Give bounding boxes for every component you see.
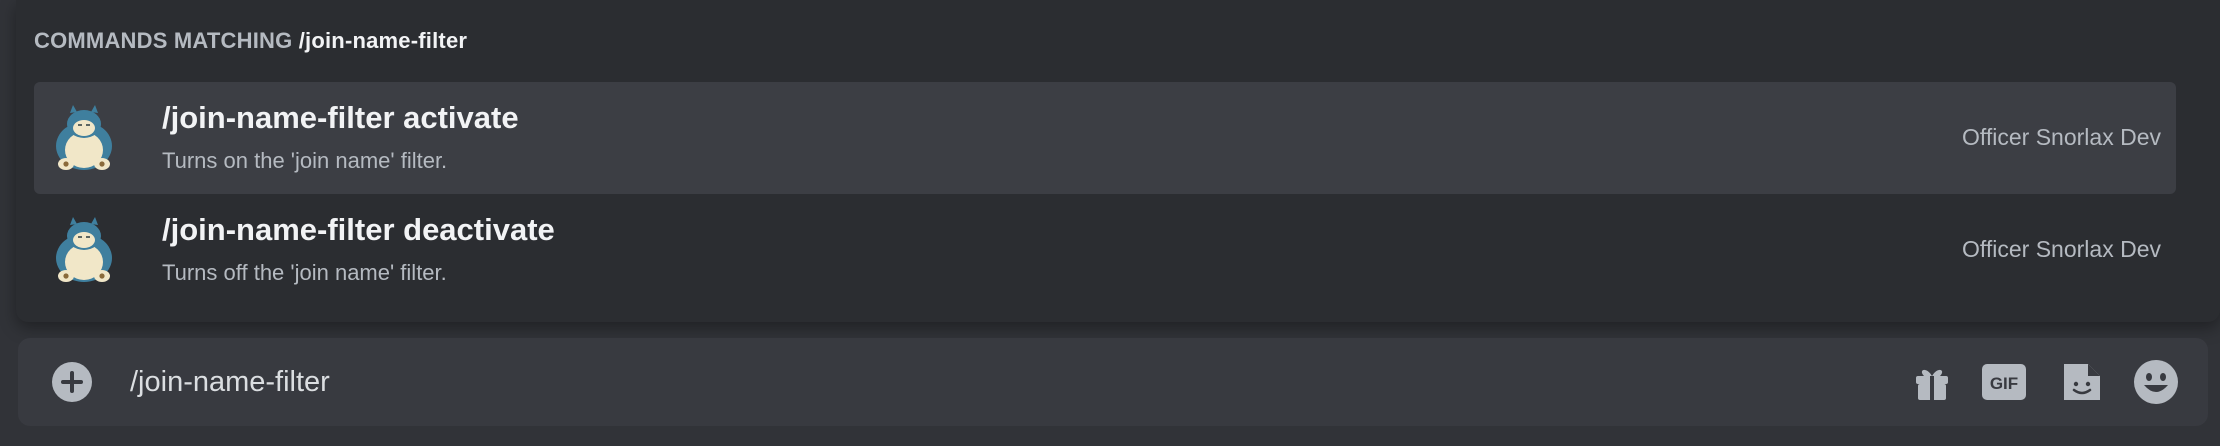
command-name: /join-name-filter activate xyxy=(162,100,519,135)
message-input[interactable] xyxy=(130,360,1830,404)
command-source: Officer Snorlax Dev xyxy=(1962,124,2161,150)
gif-icon[interactable]: GIF xyxy=(1980,358,2028,406)
command-option-deactivate[interactable]: /join-name-filter deactivate Turns off t… xyxy=(34,194,2176,306)
command-autocomplete-popup: COMMANDS MATCHING /join-name-filter /joi… xyxy=(16,0,2220,322)
message-composer: GIF xyxy=(18,338,2208,426)
gif-icon-label: GIF xyxy=(1990,374,2018,393)
snorlax-avatar-icon xyxy=(48,102,120,174)
header-prefix: COMMANDS MATCHING xyxy=(34,28,293,53)
autocomplete-header: COMMANDS MATCHING /join-name-filter xyxy=(34,28,467,54)
command-option-activate[interactable]: /join-name-filter activate Turns on the … xyxy=(34,82,2176,194)
sticker-icon[interactable] xyxy=(2058,358,2106,406)
command-source: Officer Snorlax Dev xyxy=(1962,236,2161,262)
plus-circle-icon[interactable] xyxy=(52,362,92,402)
command-name: /join-name-filter deactivate xyxy=(162,212,555,247)
command-description: Turns on the 'join name' filter. xyxy=(162,148,448,173)
gift-icon[interactable] xyxy=(1908,358,1956,406)
emoji-icon[interactable] xyxy=(2132,358,2180,406)
command-description: Turns off the 'join name' filter. xyxy=(162,260,447,285)
header-query: /join-name-filter xyxy=(298,28,468,53)
snorlax-avatar-icon xyxy=(48,214,120,286)
